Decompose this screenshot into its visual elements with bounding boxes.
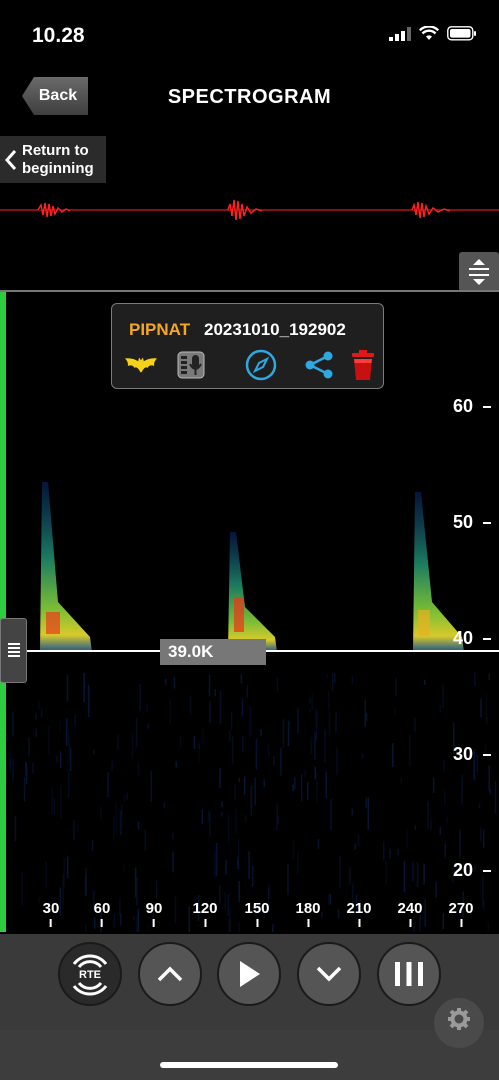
return-to-beginning-label: Return to beginning [22, 141, 94, 177]
battery-icon [447, 26, 476, 41]
chevron-down-icon [316, 966, 342, 982]
recorder-device-icon[interactable] [174, 348, 208, 382]
rte-button[interactable]: RTE [58, 942, 122, 1006]
y-tick-label: 60 [453, 396, 491, 417]
play-icon [240, 961, 260, 987]
x-axis: 30 60 90 120 150 180 210 240 270 [0, 900, 499, 934]
status-icons [389, 26, 477, 41]
recording-info-card: PIPNAT 20231010_192902 [111, 303, 384, 389]
scroll-up-button[interactable] [138, 942, 202, 1006]
chevron-left-icon [0, 149, 22, 171]
frequency-marker-label: 39.0K [160, 639, 266, 665]
page-title: SPECTROGRAM [167, 86, 332, 108]
share-icon[interactable] [302, 348, 336, 382]
scroll-down-button[interactable] [297, 942, 361, 1006]
settings-button[interactable] [434, 998, 484, 1048]
expand-vertical-icon [469, 259, 489, 285]
spectrogram-noise [0, 672, 497, 932]
y-tick-label: 30 [453, 744, 491, 765]
x-tick-label: 240 [397, 900, 423, 927]
species-code[interactable]: PIPNAT [129, 320, 190, 340]
bat-call-2 [228, 532, 277, 652]
bat-species-icon[interactable] [124, 348, 158, 382]
delete-trash-icon[interactable] [346, 348, 380, 382]
play-button[interactable] [217, 942, 281, 1006]
playback-position-bar [0, 292, 6, 932]
x-tick-label: 210 [346, 900, 372, 927]
status-time: 10.28 [32, 24, 85, 47]
return-to-beginning-button[interactable]: Return to beginning [0, 136, 106, 183]
waveform-overview[interactable] [0, 190, 499, 230]
y-tick-label: 20 [453, 860, 491, 881]
pause-bars-button[interactable] [377, 942, 441, 1006]
rte-label: RTE [79, 969, 101, 981]
x-tick-label: 30 [43, 900, 59, 927]
bat-call-1 [40, 482, 92, 652]
drag-handle-icon [7, 642, 20, 657]
bottom-strip [0, 1030, 499, 1080]
x-tick-label: 90 [146, 900, 162, 927]
x-tick-label: 150 [244, 900, 270, 927]
y-tick-label: 40 [453, 628, 491, 649]
y-tick-label: 50 [453, 512, 491, 533]
recording-filename: 20231010_192902 [204, 320, 346, 339]
compass-location-icon[interactable] [244, 348, 278, 382]
home-indicator[interactable] [160, 1062, 338, 1068]
cellular-signal-icon [389, 26, 411, 41]
x-tick-label: 120 [192, 900, 218, 927]
x-tick-label: 60 [94, 900, 110, 927]
wifi-icon [419, 26, 439, 40]
x-tick-label: 180 [295, 900, 321, 927]
three-bars-icon [395, 962, 423, 986]
frequency-marker-handle[interactable] [0, 618, 27, 683]
gear-icon [448, 1008, 470, 1030]
x-tick-label: 270 [448, 900, 474, 927]
resize-handle-button[interactable] [459, 252, 499, 292]
rte-icon: RTE [72, 954, 108, 996]
chevron-up-icon [157, 966, 183, 982]
status-bar: 10.28 [0, 0, 499, 70]
